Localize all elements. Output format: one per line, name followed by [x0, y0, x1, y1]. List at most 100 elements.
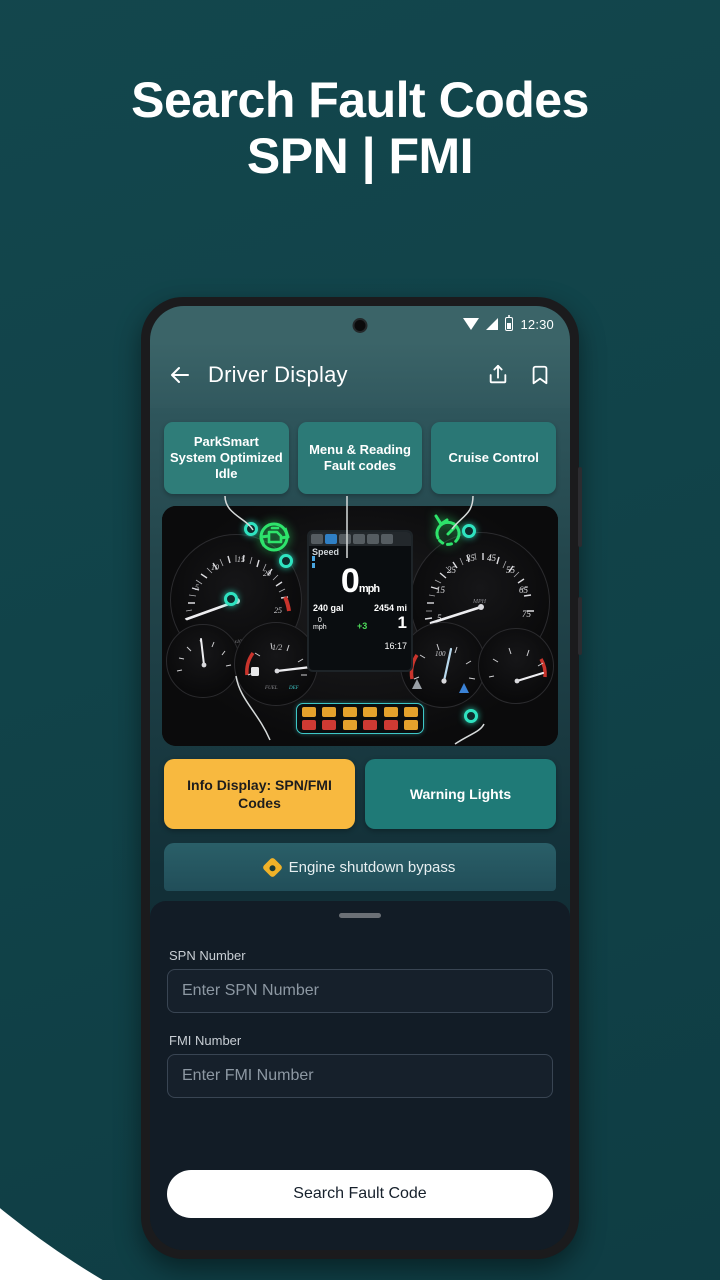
warning-lights-cluster	[296, 703, 424, 734]
lcd-speed-readout: 0mph	[309, 564, 411, 598]
app-content: ParkSmart System Optimized Idle Menu & R…	[150, 408, 570, 1250]
dashboard-panel: 0 5 10 15 20 25 RPM x100	[162, 506, 558, 746]
promo-headline-line1: Search Fault Codes	[131, 72, 589, 128]
callout-dot-warning-lights[interactable]	[464, 709, 478, 723]
svg-text:15: 15	[436, 585, 446, 595]
spn-input-wrapper[interactable]	[167, 969, 553, 1013]
warning-lights-button[interactable]: Warning Lights	[365, 759, 556, 829]
page-title: Driver Display	[208, 362, 348, 387]
warning-lights-row-bottom	[302, 720, 418, 730]
svg-text:25: 25	[274, 606, 282, 615]
lcd-cruise-value: 0	[317, 617, 322, 624]
lcd-offset-value: +3	[356, 621, 368, 631]
spn-field-group: SPN Number	[167, 948, 553, 1013]
warning-oil-icon	[322, 720, 337, 730]
lcd-tab-icon	[353, 534, 365, 544]
fmi-input-wrapper[interactable]	[167, 1054, 553, 1098]
front-camera-punchhole	[352, 318, 368, 333]
action-button-row: Info Display: SPN/FMI Codes Warning Ligh…	[150, 746, 570, 829]
phone-screen: 12:30 Driver Display ParkSmart System Op…	[150, 306, 570, 1250]
search-bottom-sheet: SPN Number FMI Number Search Fault Code	[150, 901, 570, 1250]
spn-input[interactable]	[182, 982, 538, 1000]
svg-text:75: 75	[522, 609, 532, 619]
chip-menu-fault-codes[interactable]: Menu & Reading Fault codes	[297, 422, 423, 494]
status-bar: 12:30	[150, 306, 570, 342]
fmi-field-label: FMI Number	[169, 1033, 242, 1048]
svg-text:20: 20	[263, 569, 271, 578]
svg-text:100: 100	[435, 650, 446, 658]
warning-def-icon	[403, 707, 418, 717]
back-arrow-icon[interactable]	[166, 361, 194, 389]
lcd-level-bars	[312, 556, 315, 570]
warning-fuel-icon	[403, 720, 418, 730]
dashboard-illustration: 0 5 10 15 20 25 RPM x100	[162, 506, 558, 746]
svg-text:FUEL: FUEL	[264, 686, 278, 691]
callout-dot-cruise[interactable]	[462, 524, 476, 538]
engine-shutdown-bypass-button[interactable]: Engine shutdown bypass	[164, 843, 556, 891]
lcd-speed-unit: mph	[358, 583, 380, 595]
feature-chip-row: ParkSmart System Optimized Idle Menu & R…	[150, 408, 570, 494]
info-display-lcd: Speed 0mph 240 gal 2454 mi 0 mph +3 1 16…	[307, 530, 413, 672]
wifi-icon	[463, 318, 480, 330]
share-icon[interactable]	[484, 361, 512, 389]
svg-text:45: 45	[487, 553, 497, 563]
promo-headline: Search Fault Codes SPN | FMI	[0, 72, 720, 184]
lcd-tab-icon	[339, 534, 351, 544]
sheet-drag-handle[interactable]	[339, 913, 381, 918]
chip-cruise-control[interactable]: Cruise Control	[431, 422, 557, 494]
lcd-tab-icon	[381, 534, 393, 544]
warning-check-engine-icon	[363, 707, 378, 717]
chip-parksmart[interactable]: ParkSmart System Optimized Idle	[164, 422, 289, 494]
fmi-field-group: FMI Number	[167, 1033, 553, 1098]
svg-text:1/2: 1/2	[272, 643, 282, 652]
callout-dot-parksmart[interactable]	[244, 522, 258, 536]
lcd-cruise-unit: mph	[313, 624, 327, 631]
lcd-icon-bar	[309, 532, 411, 546]
bookmark-icon[interactable]	[526, 361, 554, 389]
lcd-clock: 16:17	[384, 641, 407, 651]
svg-text:MPH: MPH	[472, 599, 487, 605]
warning-engine-icon	[302, 707, 316, 717]
callout-dot-info-display[interactable]	[224, 592, 238, 606]
cellular-signal-icon	[486, 318, 499, 330]
spn-field-label: SPN Number	[169, 948, 246, 963]
lcd-mode-label: Speed	[312, 547, 340, 557]
phone-volume-button[interactable]	[578, 467, 582, 547]
warning-seatbelt-icon	[342, 720, 357, 730]
warning-exhaust-icon	[342, 707, 357, 717]
warning-trailer-icon	[302, 720, 316, 730]
oil-pressure-gauge	[478, 628, 554, 704]
svg-text:5: 5	[195, 583, 199, 592]
status-bar-clock: 12:30	[520, 316, 554, 332]
engine-shutdown-bypass-label: Engine shutdown bypass	[288, 858, 456, 876]
lcd-gear-value: 1	[397, 613, 407, 632]
battery-icon	[505, 315, 514, 331]
info-display-spn-fmi-button[interactable]: Info Display: SPN/FMI Codes	[164, 759, 355, 829]
svg-text:DEF: DEF	[288, 686, 300, 691]
svg-text:25: 25	[447, 565, 457, 575]
lcd-fuel-odo-row: 240 gal 2454 mi	[309, 598, 411, 613]
svg-text:55: 55	[506, 565, 516, 575]
warning-diamond-icon	[261, 856, 283, 878]
phone-power-button[interactable]	[578, 597, 582, 655]
lcd-tab-icon	[311, 534, 323, 544]
lcd-odometer-value: 2454 mi	[373, 603, 407, 613]
secondary-gauge-left	[166, 624, 240, 698]
svg-text:65: 65	[519, 585, 529, 595]
warning-emissions-icon	[383, 707, 398, 717]
lcd-cruise-gear-row: 0 mph +3 1	[309, 613, 411, 631]
lcd-speed-value: 0	[340, 562, 360, 600]
svg-text:10: 10	[211, 563, 219, 572]
lcd-fuel-value: 240 gal	[313, 603, 344, 613]
lcd-tab-icon	[367, 534, 379, 544]
search-fault-code-button[interactable]: Search Fault Code	[167, 1170, 553, 1218]
app-header: Driver Display	[150, 342, 570, 408]
svg-text:15: 15	[237, 555, 245, 564]
fuel-gauge: 1/2 FUEL DEF	[234, 622, 318, 706]
lcd-cruise-speed: 0 mph	[313, 617, 327, 631]
phone-mockup: 12:30 Driver Display ParkSmart System Op…	[141, 297, 582, 1259]
callout-dot-menu[interactable]	[279, 554, 293, 568]
promo-headline-line2: SPN | FMI	[246, 128, 474, 184]
fmi-input[interactable]	[182, 1067, 538, 1085]
warning-dpf-icon	[322, 707, 337, 717]
